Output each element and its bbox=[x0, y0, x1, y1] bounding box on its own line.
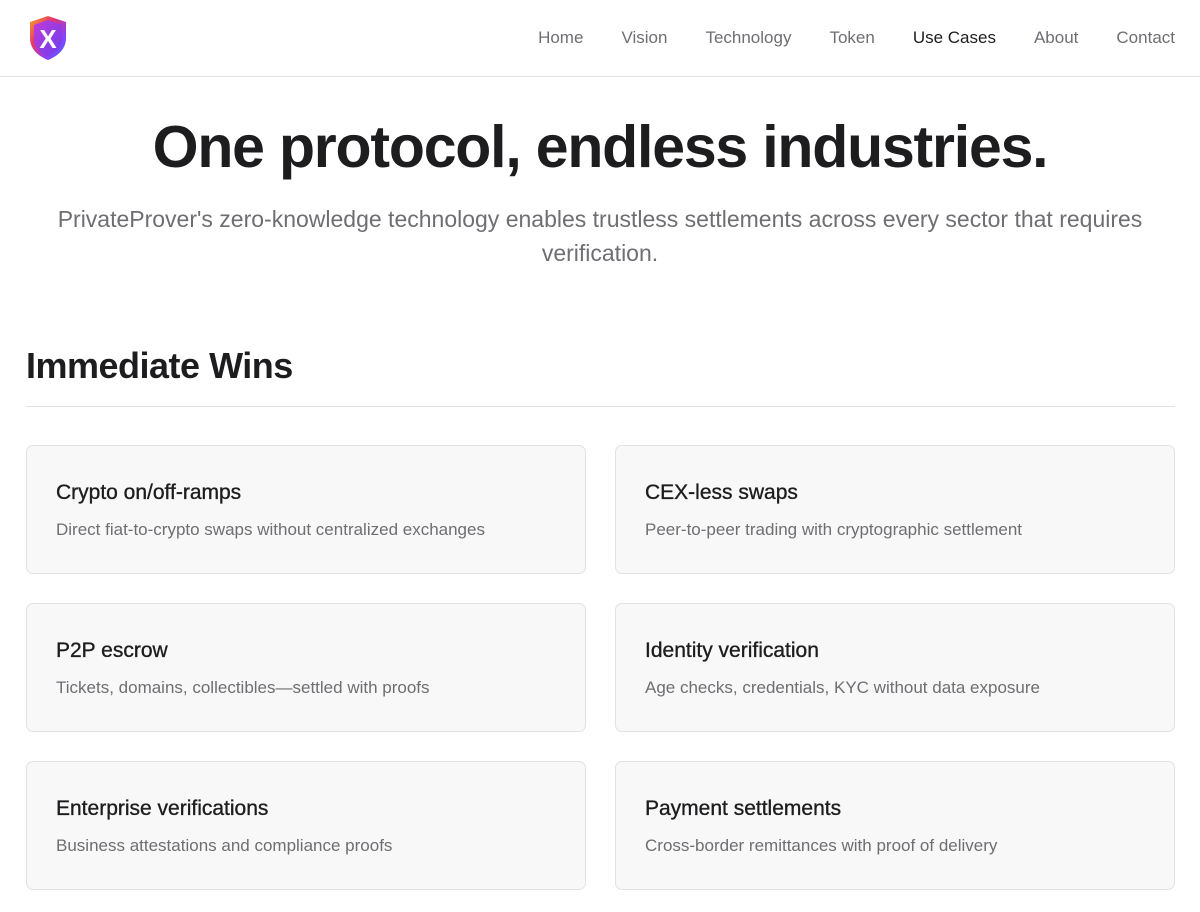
card-title: Identity verification bbox=[645, 639, 819, 662]
nav-link-use-cases[interactable]: Use Cases bbox=[913, 28, 996, 48]
shield-x-logo-icon: X bbox=[30, 16, 66, 60]
use-case-card: Enterprise verifications Business attesta… bbox=[26, 761, 586, 890]
use-case-card: Payment settlements Cross-border remittan… bbox=[615, 761, 1175, 890]
card-title: CEX-less swaps bbox=[645, 481, 798, 504]
card-title: Enterprise verifications bbox=[56, 797, 269, 820]
card-description: Tickets, domains, collectibles—settled w… bbox=[56, 678, 430, 697]
use-case-card: Crypto on/off-ramps Direct fiat-to-crypto… bbox=[26, 445, 586, 574]
card-description: Direct fiat-to-crypto swaps without cent… bbox=[56, 520, 485, 539]
card-title: Payment settlements bbox=[645, 797, 842, 820]
brand-logo[interactable]: X bbox=[26, 14, 70, 62]
svg-text:X: X bbox=[39, 24, 57, 54]
card-title: P2P escrow bbox=[56, 639, 168, 662]
use-case-cards: Crypto on/off-ramps Direct fiat-to-crypto… bbox=[26, 445, 1175, 890]
use-case-card: P2P escrow Tickets, domains, collectibles… bbox=[26, 603, 586, 732]
section-divider bbox=[26, 406, 1175, 407]
use-case-card: CEX-less swaps Peer-to-peer trading with … bbox=[615, 445, 1175, 574]
nav-link-contact[interactable]: Contact bbox=[1116, 28, 1175, 48]
page-title: One protocol, endless industries. bbox=[152, 114, 1049, 180]
top-navbar: X Home Vision Technology Token Use Cases Abou… bbox=[0, 0, 1200, 77]
nav-link-technology[interactable]: Technology bbox=[705, 28, 791, 48]
card-title: Crypto on/off-ramps bbox=[56, 481, 242, 504]
nav-link-home[interactable]: Home bbox=[538, 28, 583, 48]
card-description: Cross-border remittances with proof of d… bbox=[645, 836, 998, 855]
card-description: Peer-to-peer trading with cryptographic … bbox=[645, 520, 1023, 539]
page-subtitle: PrivateProver's zero-knowledge technolog… bbox=[57, 206, 1143, 266]
nav-link-about[interactable]: About bbox=[1034, 28, 1078, 48]
card-description: Business attestations and compliance pro… bbox=[56, 836, 393, 855]
main-nav: Home Vision Technology Token Use Cases About C… bbox=[500, 0, 1175, 76]
section-title: Immediate Wins bbox=[26, 345, 293, 386]
nav-link-token[interactable]: Token bbox=[829, 28, 874, 48]
use-case-card: Identity verification Age checks, credent… bbox=[615, 603, 1175, 732]
card-description: Age checks, credentials, KYC without dat… bbox=[645, 678, 1040, 697]
nav-link-vision[interactable]: Vision bbox=[621, 28, 667, 48]
